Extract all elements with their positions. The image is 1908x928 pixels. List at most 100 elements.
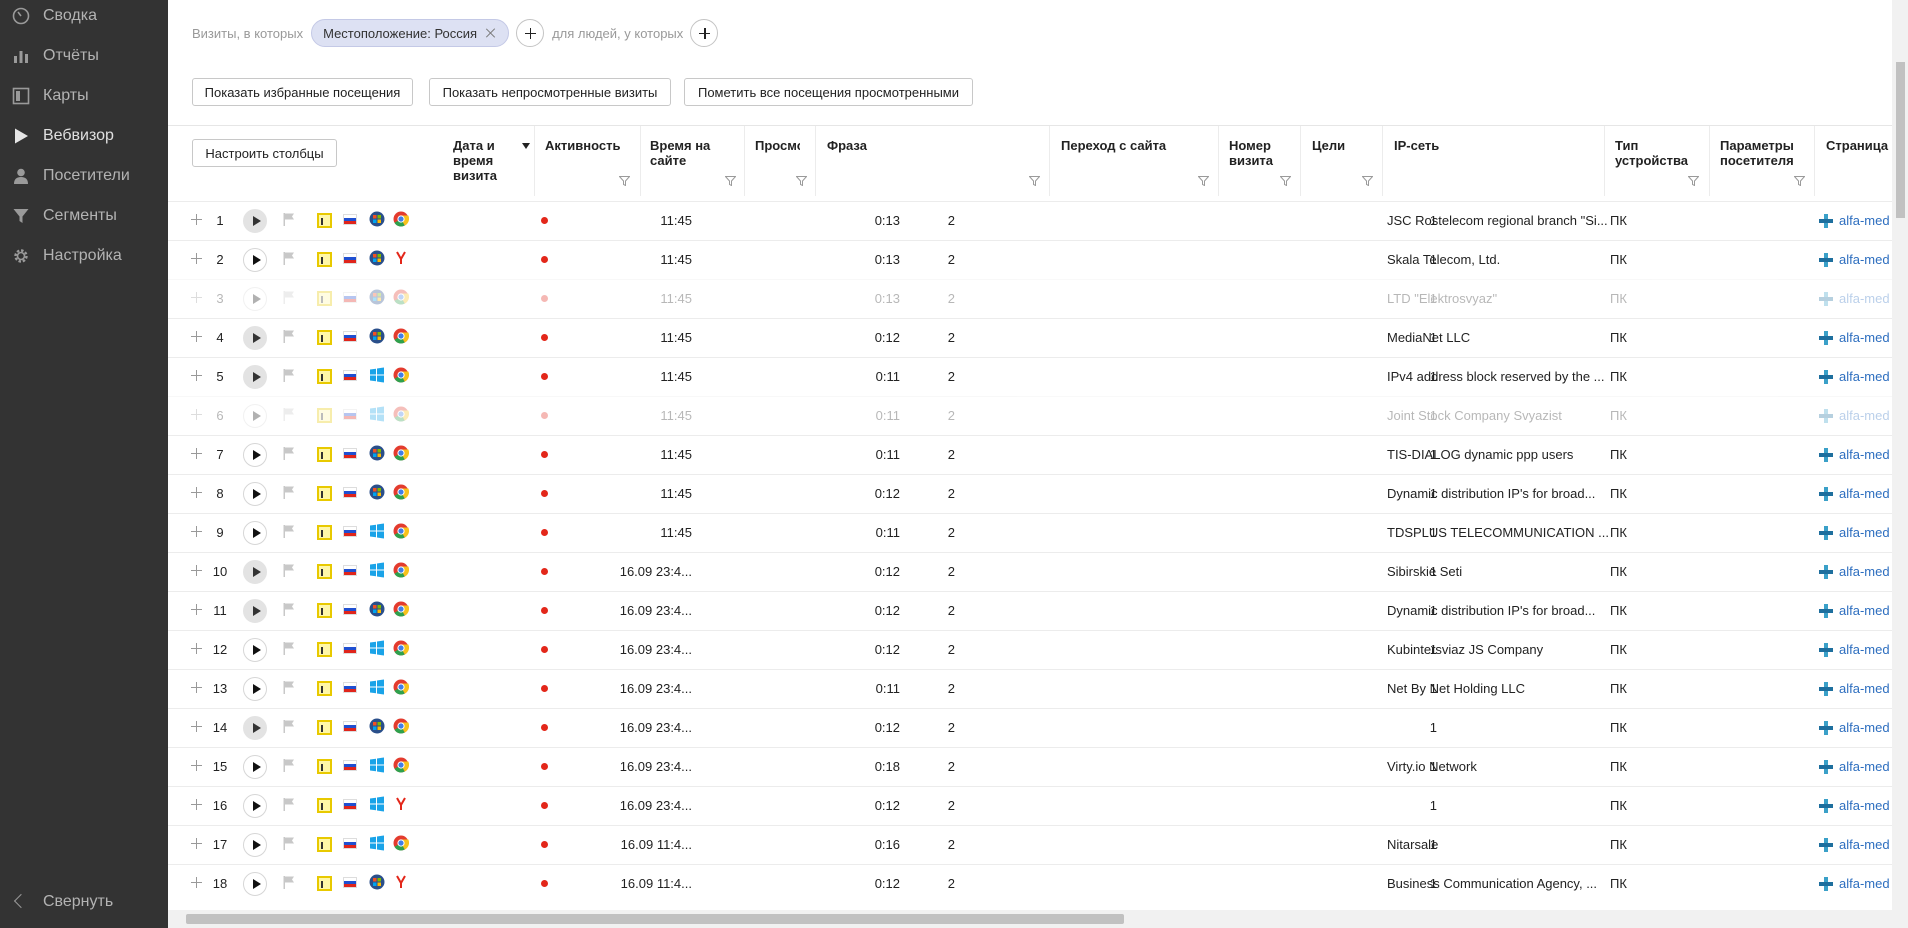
flag-icon[interactable]	[283, 408, 295, 421]
close-icon[interactable]	[486, 28, 496, 38]
table-row[interactable]: 11 16.09 23:4... 0:12 2 1 Dynamic distributio…	[168, 591, 1908, 630]
sort-desc-icon[interactable]	[522, 143, 530, 149]
filter-icon[interactable]	[1688, 176, 1699, 186]
expand-row-icon[interactable]	[191, 526, 202, 537]
table-row[interactable]: 18 16.09 11:4... 0:12 2 1 Business Communicat…	[168, 864, 1908, 903]
expand-row-icon[interactable]	[191, 877, 202, 888]
column-header-activity[interactable]: Активность	[545, 138, 620, 153]
expand-row-icon[interactable]	[191, 721, 202, 732]
landing-page-link[interactable]: alfa-med	[1819, 252, 1890, 267]
table-row[interactable]: 16 16.09 23:4... 0:12 2 1 ПК alfa-med	[168, 786, 1908, 825]
mark-all-viewed-button[interactable]: Пометить все посещения просмотренными	[684, 78, 973, 106]
play-recording-button[interactable]	[243, 443, 267, 467]
sidebar-item-segments[interactable]: Сегменты	[0, 196, 168, 236]
landing-page-link[interactable]: alfa-med	[1819, 213, 1890, 228]
landing-page-link[interactable]: alfa-med	[1819, 486, 1890, 501]
table-row[interactable]: 15 16.09 23:4... 0:18 2 1 Virty.io Network ПК a…	[168, 747, 1908, 786]
play-recording-button[interactable]	[243, 404, 267, 428]
column-header-visitor-params[interactable]: Параметры посетителя	[1720, 138, 1800, 168]
flag-icon[interactable]	[283, 798, 295, 811]
filter-icon[interactable]	[1029, 176, 1040, 186]
show-unviewed-button[interactable]: Показать непросмотренные визиты	[429, 78, 671, 106]
column-header-duration[interactable]: Время на сайте	[650, 138, 720, 168]
column-header-ip-network[interactable]: IP-сеть	[1394, 138, 1439, 153]
flag-icon[interactable]	[283, 564, 295, 577]
table-row[interactable]: 2 11:45 0:13 2 1 Skala Telecom, Ltd. ПК alfa-me…	[168, 240, 1908, 279]
column-header-datetime[interactable]: Дата и время визита	[453, 138, 513, 183]
flag-icon[interactable]	[283, 486, 295, 499]
landing-page-link[interactable]: alfa-med	[1819, 720, 1890, 735]
play-recording-button[interactable]	[243, 716, 267, 740]
table-row[interactable]: 13 16.09 23:4... 0:11 2 1 Net By Net Holding …	[168, 669, 1908, 708]
landing-page-link[interactable]: alfa-med	[1819, 330, 1890, 345]
column-header-page[interactable]: Страница в	[1826, 138, 1892, 153]
add-visit-condition-button[interactable]	[516, 19, 545, 47]
table-row[interactable]: 14 16.09 23:4... 0:12 2 1 ПК alfa-med	[168, 708, 1908, 747]
expand-row-icon[interactable]	[191, 214, 202, 225]
landing-page-link[interactable]: alfa-med	[1819, 837, 1890, 852]
column-header-phrase[interactable]: Фраза	[827, 138, 867, 153]
sidebar-item-reports[interactable]: Отчёты	[0, 36, 168, 76]
configure-columns-button[interactable]: Настроить столбцы	[192, 139, 337, 167]
expand-row-icon[interactable]	[191, 682, 202, 693]
flag-icon[interactable]	[283, 603, 295, 616]
play-recording-button[interactable]	[243, 209, 267, 233]
play-recording-button[interactable]	[243, 326, 267, 350]
table-row[interactable]: 9 11:45 0:11 2 1 TDSPLUS TELECOMMUNICATION ..…	[168, 513, 1908, 552]
flag-icon[interactable]	[283, 291, 295, 304]
expand-row-icon[interactable]	[191, 643, 202, 654]
landing-page-link[interactable]: alfa-med	[1819, 603, 1890, 618]
flag-icon[interactable]	[283, 213, 295, 226]
play-recording-button[interactable]	[243, 638, 267, 662]
table-row[interactable]: 4 11:45 0:12 2 1 MediaNet LLC ПК alfa-med	[168, 318, 1908, 357]
flag-icon[interactable]	[283, 369, 295, 382]
landing-page-link[interactable]: alfa-med	[1819, 369, 1890, 384]
flag-icon[interactable]	[283, 759, 295, 772]
play-recording-button[interactable]	[243, 794, 267, 818]
filter-icon[interactable]	[725, 176, 736, 186]
table-row[interactable]: 1 11:45 0:13 2 1 JSC Rostelecom regional bran…	[168, 201, 1908, 240]
filter-icon[interactable]	[1794, 176, 1805, 186]
play-recording-button[interactable]	[243, 833, 267, 857]
expand-row-icon[interactable]	[191, 838, 202, 849]
play-recording-button[interactable]	[243, 872, 267, 896]
landing-page-link[interactable]: alfa-med	[1819, 525, 1890, 540]
table-row[interactable]: 12 16.09 23:4... 0:12 2 1 Kubintersviaz JS Co…	[168, 630, 1908, 669]
column-header-referrer[interactable]: Переход с сайта	[1061, 138, 1166, 153]
play-recording-button[interactable]	[243, 755, 267, 779]
landing-page-link[interactable]: alfa-med	[1819, 876, 1890, 891]
filter-icon[interactable]	[1198, 176, 1209, 186]
column-header-visit-number[interactable]: Номер визита	[1229, 138, 1284, 168]
flag-icon[interactable]	[283, 876, 295, 889]
filter-icon[interactable]	[796, 176, 807, 186]
filter-icon[interactable]	[1362, 176, 1373, 186]
expand-row-icon[interactable]	[191, 799, 202, 810]
play-recording-button[interactable]	[243, 248, 267, 272]
flag-icon[interactable]	[283, 681, 295, 694]
filter-icon[interactable]	[1280, 176, 1291, 186]
landing-page-link[interactable]: alfa-med	[1819, 798, 1890, 813]
flag-icon[interactable]	[283, 720, 295, 733]
play-recording-button[interactable]	[243, 560, 267, 584]
table-row[interactable]: 5 11:45 0:11 2 1 IPv4 address block reserved …	[168, 357, 1908, 396]
vertical-scrollbar-thumb[interactable]	[1896, 62, 1905, 218]
sidebar-item-webvisor[interactable]: Вебвизор	[0, 116, 168, 156]
expand-row-icon[interactable]	[191, 487, 202, 498]
column-header-device[interactable]: Тип устройства	[1615, 138, 1695, 168]
play-recording-button[interactable]	[243, 482, 267, 506]
landing-page-link[interactable]: alfa-med	[1819, 759, 1890, 774]
landing-page-link[interactable]: alfa-med	[1819, 408, 1890, 423]
expand-row-icon[interactable]	[191, 604, 202, 615]
landing-page-link[interactable]: alfa-med	[1819, 681, 1890, 696]
expand-row-icon[interactable]	[191, 760, 202, 771]
landing-page-link[interactable]: alfa-med	[1819, 564, 1890, 579]
table-row[interactable]: 7 11:45 0:11 2 1 TIS-DIALOG dynamic ppp users…	[168, 435, 1908, 474]
play-recording-button[interactable]	[243, 677, 267, 701]
sidebar-item-visitors[interactable]: Посетители	[0, 156, 168, 196]
horizontal-scrollbar-thumb[interactable]	[186, 914, 1124, 924]
landing-page-link[interactable]: alfa-med	[1819, 642, 1890, 657]
table-row[interactable]: 8 11:45 0:12 2 1 Dynamic distribution IP's fo…	[168, 474, 1908, 513]
sidebar-collapse-button[interactable]: Свернуть	[0, 882, 168, 922]
flag-icon[interactable]	[283, 252, 295, 265]
expand-row-icon[interactable]	[191, 409, 202, 420]
